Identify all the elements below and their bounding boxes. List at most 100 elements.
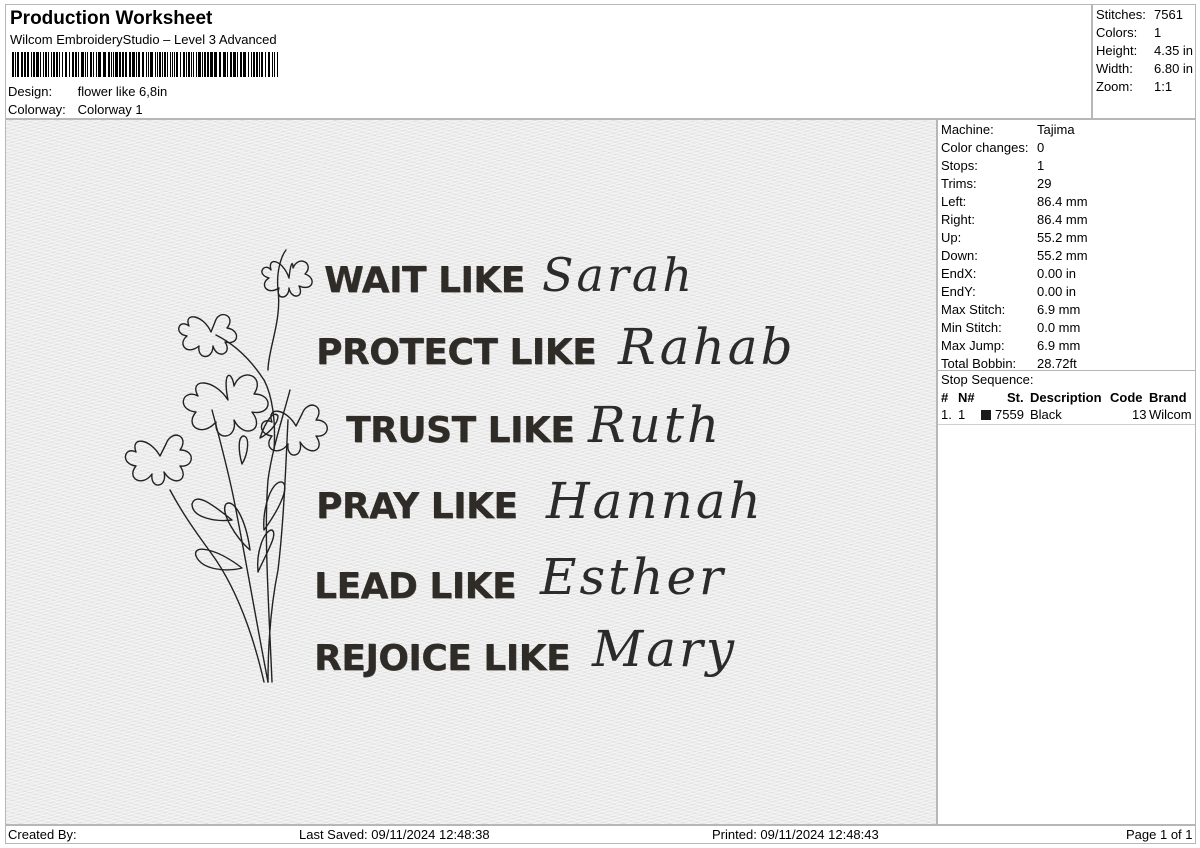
col-code: Code	[1110, 390, 1143, 405]
design-line-block: PRAY LIKE	[316, 486, 518, 527]
machine-info-label: Trims:	[941, 176, 977, 191]
machine-panel: Machine: Tajima Color changes: 0 Stops: 1 Trim…	[937, 119, 1196, 825]
stat-row: Stitches: 7561	[1096, 7, 1183, 22]
machine-info-row: Max Jump: 6.9 mm	[941, 338, 1080, 353]
colorway-value: Colorway 1	[77, 102, 143, 117]
machine-info-label: Max Stitch:	[941, 302, 1006, 317]
stat-row: Height: 4.35 in	[1096, 43, 1193, 58]
machine-info-label: Machine:	[941, 122, 994, 137]
design-line-block: PROTECT LIKE	[316, 332, 597, 373]
machine-info-row: Color changes: 0	[941, 140, 1044, 155]
stat-label: Stitches:	[1096, 7, 1146, 22]
flower-upper-left	[178, 313, 238, 358]
stat-label: Colors:	[1096, 25, 1138, 40]
design-row: Design: flower like 6,8in	[8, 84, 167, 99]
created-by: Created By:	[8, 827, 77, 842]
design-line-script: Ruth	[588, 396, 723, 454]
machine-info-label: EndX:	[941, 266, 977, 281]
stat-label: Height:	[1096, 43, 1138, 58]
machine-info-label: Down:	[941, 248, 978, 263]
design-line-script: Sarah	[542, 248, 695, 302]
flower-large-center	[182, 374, 269, 437]
design-line-script: Mary	[592, 620, 738, 678]
machine-info-label: Min Stitch:	[941, 320, 1002, 335]
leaf	[224, 502, 251, 551]
worksheet-footer: Created By: Last Saved: 09/11/2024 12:48…	[5, 825, 1196, 844]
divider	[938, 424, 1195, 425]
page-title: Production Worksheet	[10, 8, 213, 29]
colorway-label: Colorway:	[8, 102, 66, 117]
row-description: Black	[1030, 407, 1062, 422]
machine-info-row: Right: 86.4 mm	[941, 212, 1088, 227]
row-brand: Wilcom	[1149, 407, 1192, 422]
machine-info-value: 0	[1037, 140, 1045, 155]
machine-info-row: EndY: 0.00 in	[941, 284, 1076, 299]
design-preview: WAIT LIKE Sarah PROTECT LIKE Rahab TRUST…	[5, 119, 937, 825]
machine-info-value: Tajima	[1037, 122, 1075, 137]
color-swatch	[981, 410, 991, 420]
machine-info-value: 55.2 mm	[1037, 230, 1088, 245]
design-line-block: TRUST LIKE	[346, 410, 575, 451]
design-line-script: Hannah	[546, 472, 764, 530]
design-label: Design:	[8, 84, 53, 99]
machine-info-label: Left:	[941, 194, 967, 209]
row-st: 7559	[995, 407, 1024, 422]
divider	[938, 370, 1195, 371]
machine-info-row: Up: 55.2 mm	[941, 230, 1088, 245]
stats-panel: Stitches: 7561 Colors: 1 Height: 4.35 in Wi…	[1092, 4, 1196, 119]
stat-label: Width:	[1096, 61, 1133, 76]
stat-value: 4.35 in	[1154, 43, 1194, 58]
worksheet-header: Production Worksheet Wilcom EmbroiderySt…	[5, 4, 1092, 119]
stat-value: 1:1	[1154, 79, 1173, 94]
stat-value: 1	[1154, 25, 1162, 40]
machine-info-value: 86.4 mm	[1037, 194, 1088, 209]
row-num: 1.	[941, 407, 952, 422]
machine-info-value: 6.9 mm	[1037, 338, 1081, 353]
machine-info-row: Max Stitch: 6.9 mm	[941, 302, 1080, 317]
stat-label: Zoom:	[1096, 79, 1133, 94]
col-description: Description	[1030, 390, 1102, 405]
stem	[267, 419, 289, 683]
machine-info-label: EndY:	[941, 284, 976, 299]
machine-info-value: 1	[1037, 158, 1045, 173]
machine-info-value: 29	[1037, 176, 1052, 191]
machine-info-label: Stops:	[941, 158, 978, 173]
row-n: 1	[958, 407, 966, 422]
row-code: 13	[1132, 407, 1147, 422]
flower-illustration	[124, 249, 328, 683]
design-line-block: LEAD LIKE	[314, 566, 517, 607]
machine-info-row: Down: 55.2 mm	[941, 248, 1088, 263]
stat-row: Zoom: 1:1	[1096, 79, 1172, 94]
machine-info-value: 0.0 mm	[1037, 320, 1081, 335]
stat-value: 6.80 in	[1154, 61, 1194, 76]
machine-info-row: Machine: Tajima	[941, 122, 1075, 137]
software-subtitle: Wilcom EmbroideryStudio – Level 3 Advanc…	[10, 32, 277, 47]
col-n: N#	[958, 390, 975, 405]
machine-info-label: Total Bobbin:	[941, 356, 1017, 371]
machine-info-label: Color changes:	[941, 140, 1029, 155]
last-saved: Last Saved: 09/11/2024 12:48:38	[299, 827, 490, 842]
machine-info-row: EndX: 0.00 in	[941, 266, 1076, 281]
machine-info-row: Min Stitch: 0.0 mm	[941, 320, 1080, 335]
stat-value: 7561	[1154, 7, 1183, 22]
printed-date: Printed: 09/11/2024 12:48:43	[712, 827, 879, 842]
machine-info-row: Stops: 1	[941, 158, 1044, 173]
flower-small-top	[261, 260, 313, 298]
machine-info-value: 86.4 mm	[1037, 212, 1088, 227]
barcode-image	[12, 52, 278, 77]
leaf	[238, 435, 249, 465]
stop-sequence-title: Stop Sequence:	[941, 372, 1034, 387]
machine-info-value: 28.72ft	[1037, 356, 1077, 371]
col-brand: Brand	[1149, 390, 1187, 405]
machine-info-label: Up:	[941, 230, 962, 245]
machine-info-row: Trims: 29	[941, 176, 1051, 191]
machine-info-label: Max Jump:	[941, 338, 1005, 353]
page-number: Page 1 of 1	[1126, 827, 1193, 842]
flower-left-lower	[124, 434, 192, 486]
machine-info-value: 6.9 mm	[1037, 302, 1081, 317]
colorway-row: Colorway: Colorway 1	[8, 102, 143, 117]
leaf	[259, 413, 279, 439]
machine-info-row: Left: 86.4 mm	[941, 194, 1088, 209]
design-line-block: REJOICE LIKE	[314, 638, 571, 679]
stat-row: Colors: 1	[1096, 25, 1161, 40]
